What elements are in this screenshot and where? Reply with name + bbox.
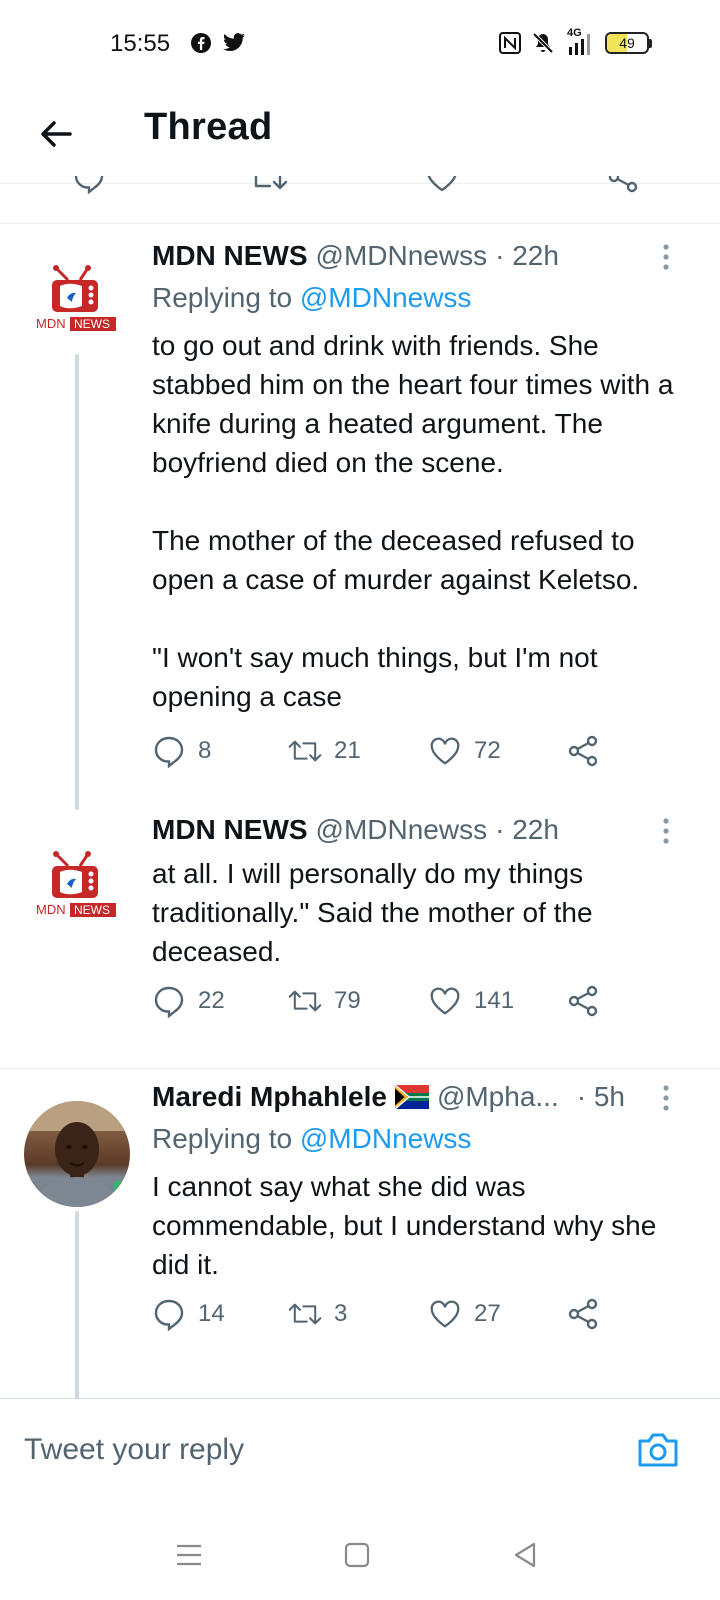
tweet[interactable]: MDN NEWS MDN NEWS @MDNnewss · 22h Replyi… [0, 224, 720, 814]
arrow-left-icon[interactable] [36, 114, 76, 154]
tweet-text: I cannot say what she did was commendabl… [152, 1171, 665, 1280]
menu-icon[interactable] [174, 1540, 204, 1570]
logo-text-news: NEWS [74, 903, 110, 917]
tweet-text: at all. I will personally do my things t… [152, 858, 601, 967]
share-icon [568, 985, 598, 1017]
share-button[interactable] [566, 1297, 600, 1331]
tweet-text: to go out and drink with friends. She st… [152, 330, 674, 712]
tweet-actions: 22 79 141 [152, 984, 612, 1024]
tweet-time: · 22h [495, 814, 559, 845]
reply-count: 14 [198, 1300, 225, 1327]
facebook-icon [191, 33, 211, 53]
reply-button[interactable]: 8 [152, 734, 211, 768]
replying-label: Replying to [152, 282, 300, 313]
mention-link[interactable]: @MDNnewss [300, 1123, 472, 1154]
like-icon[interactable] [424, 176, 460, 194]
display-name[interactable]: MDN NEWS [152, 240, 308, 272]
tweet-header: MDN NEWS @MDNnewss · 22h [152, 814, 559, 846]
home-icon[interactable] [342, 1540, 372, 1570]
display-name[interactable]: MDN NEWS [152, 814, 308, 846]
signal-4g-icon: 4G [565, 27, 595, 55]
share-icon [568, 1298, 598, 1330]
tweet-actions: 8 21 72 [152, 734, 612, 774]
status-bar: 15:55 4G 49 [0, 0, 720, 92]
share-icon [568, 735, 598, 767]
user-handle[interactable]: @MDNnewss [316, 814, 488, 846]
logo-text-mdn: MDN [36, 902, 66, 917]
retweet-icon[interactable] [248, 176, 288, 194]
like-button[interactable]: 27 [428, 1297, 501, 1331]
tweet-time: · 22h [495, 240, 559, 271]
reply-icon [154, 736, 184, 768]
like-button[interactable]: 72 [428, 734, 501, 768]
more-options-icon[interactable] [656, 242, 676, 272]
reply-button[interactable]: 14 [152, 1297, 225, 1331]
display-name[interactable]: Maredi Mphahlele [152, 1081, 387, 1113]
thread-connector [75, 1211, 79, 1399]
like-button[interactable]: 141 [428, 984, 514, 1018]
reply-input[interactable]: Tweet your reply [24, 1433, 244, 1467]
logo-text-mdn: MDN [36, 316, 66, 331]
page-title: Thread [144, 106, 273, 148]
reply-composer: Tweet your reply [0, 1398, 720, 1502]
retweet-button[interactable]: 21 [288, 734, 361, 768]
battery-icon: 49 [605, 32, 652, 54]
reply-button[interactable]: 22 [152, 984, 225, 1018]
share-icon[interactable] [606, 176, 640, 194]
replying-label: Replying to [152, 1123, 300, 1154]
like-icon [430, 987, 460, 1015]
retweet-icon [288, 740, 322, 762]
tweet-actions: 14 3 27 [152, 1297, 612, 1337]
avatar[interactable] [24, 1101, 130, 1207]
retweet-button[interactable]: 3 [288, 1297, 347, 1331]
retweet-button[interactable]: 79 [288, 984, 361, 1018]
retweet-icon [288, 1303, 322, 1325]
tweet-header: Maredi Mphahlele @Mpha... · 5h [152, 1081, 625, 1113]
retweet-count: 79 [334, 987, 361, 1014]
system-nav-bar [0, 1500, 720, 1600]
mute-icon [532, 32, 554, 54]
like-icon [430, 1300, 460, 1328]
mention-link[interactable]: @MDNnewss [300, 282, 472, 313]
tweet-time: · 5h [576, 1081, 625, 1112]
user-handle[interactable]: @MDNnewss [316, 240, 488, 272]
more-options-icon[interactable] [656, 816, 676, 846]
more-options-icon[interactable] [656, 1083, 676, 1113]
share-button[interactable] [566, 984, 600, 1018]
nfc-icon [499, 32, 521, 54]
tweet[interactable]: Maredi Mphahlele @Mpha... · 5h Replying … [0, 1069, 720, 1399]
tweet-header: MDN NEWS @MDNnewss · 22h [152, 240, 559, 272]
tweet[interactable]: MDN NEWS MDN NEWS @MDNnewss · 22h at all… [0, 814, 720, 1068]
like-icon [430, 737, 460, 765]
top-app-bar: Thread [0, 92, 720, 184]
reply-icon [154, 986, 184, 1018]
retweet-count: 21 [334, 737, 361, 764]
user-handle[interactable]: @Mpha... [437, 1081, 559, 1113]
reply-count: 22 [198, 987, 225, 1014]
like-count: 72 [474, 737, 501, 764]
retweet-icon [288, 990, 322, 1012]
retweet-count: 3 [334, 1300, 348, 1327]
replying-to: Replying to @MDNnewss [152, 282, 471, 314]
mdn-news-logo[interactable]: MDN NEWS [34, 850, 120, 920]
south-africa-flag-icon [394, 1085, 429, 1109]
thread-connector [75, 354, 79, 810]
replying-to: Replying to @MDNnewss [152, 1123, 471, 1155]
back-nav-icon[interactable] [510, 1540, 540, 1570]
mdn-news-logo[interactable]: MDN NEWS [34, 264, 120, 334]
like-count: 141 [474, 987, 515, 1014]
reply-icon[interactable] [72, 176, 106, 194]
camera-icon[interactable] [636, 1429, 680, 1469]
share-button[interactable] [566, 734, 600, 768]
reply-icon [154, 1299, 184, 1331]
status-time: 15:55 [110, 30, 171, 57]
twitter-icon [223, 33, 245, 52]
previous-tweet-actions [0, 176, 720, 224]
battery-percent: 49 [619, 35, 635, 51]
reply-count: 8 [198, 737, 212, 764]
like-count: 27 [474, 1300, 501, 1327]
logo-text-news: NEWS [74, 317, 110, 331]
